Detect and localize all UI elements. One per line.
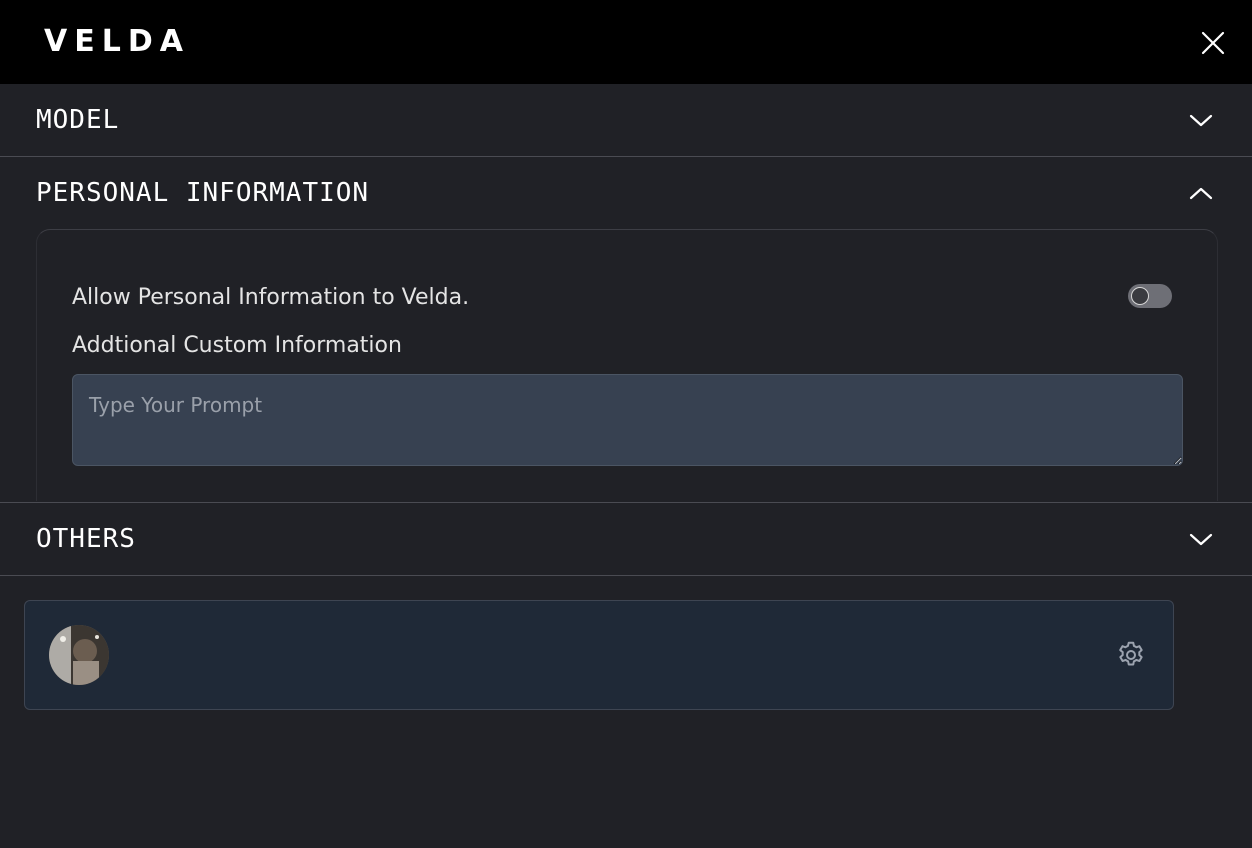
settings-button[interactable] [1115, 639, 1147, 671]
chevron-down-icon [1189, 114, 1213, 127]
toggle-knob [1131, 287, 1149, 305]
custom-info-prompt-input[interactable] [72, 374, 1183, 466]
gear-icon [1119, 641, 1143, 666]
user-profile-card[interactable] [24, 600, 1174, 710]
app-logo: VELDA [44, 24, 190, 59]
close-icon [1201, 31, 1225, 55]
section-model-title: MODEL [36, 105, 120, 135]
section-personal-header[interactable]: PERSONAL INFORMATION [0, 157, 1252, 229]
section-model-header[interactable]: MODEL [0, 84, 1252, 157]
avatar-image [49, 625, 109, 685]
custom-info-label: Addtional Custom Information [72, 333, 402, 358]
allow-personal-info-label: Allow Personal Information to Velda. [72, 285, 470, 310]
section-others-header[interactable]: OTHERS [0, 502, 1252, 576]
top-bar: VELDA [0, 0, 1252, 84]
chevron-up-icon [1189, 187, 1213, 200]
close-button[interactable] [1198, 28, 1228, 58]
chevron-down-icon [1189, 533, 1213, 546]
section-personal-title: PERSONAL INFORMATION [36, 178, 370, 208]
allow-personal-info-toggle[interactable] [1128, 284, 1172, 308]
section-others-title: OTHERS [36, 524, 136, 554]
avatar[interactable] [49, 625, 109, 685]
